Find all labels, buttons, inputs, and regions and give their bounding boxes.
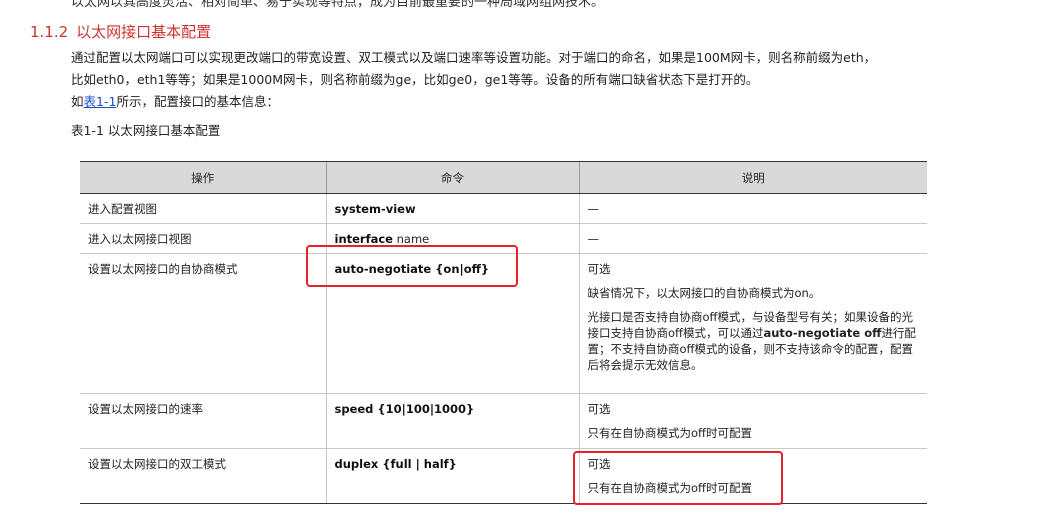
- section-title: 以太网接口基本配置: [76, 23, 212, 41]
- paragraph-line-3-pre: 如: [71, 94, 84, 109]
- command-keyword: system-view: [334, 202, 416, 216]
- cell-operation: 设置以太网接口的自协商模式: [80, 253, 326, 394]
- paragraph-line-1: 通过配置以太网端口可以实现更改端口的带宽设置、双工模式以及端口速率等设置功能。对…: [71, 50, 877, 65]
- cell-operation: 设置以太网接口的双工模式: [80, 448, 326, 504]
- header-operation: 操作: [80, 161, 326, 194]
- table-row: 进入配置视图 system-view —: [80, 193, 927, 224]
- description-note: 光接口是否支持自协商off模式，与设备型号有关；如果设备的光接口支持自协商off…: [588, 309, 920, 373]
- note-command: auto-negotiate off: [763, 326, 882, 340]
- description-text: 只有在自协商模式为off时可配置: [587, 426, 752, 440]
- cell-command: duplex {full | half}: [325, 448, 579, 504]
- description-text: —: [587, 202, 600, 216]
- cell-operation: 设置以太网接口的速率: [80, 393, 326, 449]
- table-caption: 表1-1 以太网接口基本配置: [71, 123, 221, 138]
- paragraph-line-3: 如表1-1所示，配置接口的基本信息：: [71, 91, 971, 113]
- cell-description: 可选 只有在自协商模式为off时可配置: [578, 393, 927, 449]
- paragraph-line-3-post: 所示，配置接口的基本信息：: [116, 94, 279, 109]
- section-number: 1.1.2: [30, 23, 69, 41]
- section-heading: 1.1.2 以太网接口基本配置: [30, 21, 211, 42]
- header-command: 命令: [325, 161, 579, 194]
- cell-description: 可选 缺省情况下，以太网接口的自协商模式为on。 光接口是否支持自协商off模式…: [578, 253, 927, 394]
- command-keyword: speed: [334, 402, 374, 416]
- config-table: 操作 命令 说明 进入配置视图 system-view — 进入以太网接口视图 …: [80, 161, 927, 504]
- description-text: 可选: [587, 262, 611, 276]
- cell-command: system-view: [325, 193, 579, 224]
- description-text: 可选: [587, 402, 611, 416]
- table-ref-link[interactable]: 表1-1: [84, 94, 117, 109]
- cell-description: —: [578, 193, 927, 224]
- cell-description: —: [578, 223, 927, 254]
- cell-command: speed {10|100|1000}: [325, 393, 579, 449]
- command-keyword: duplex: [334, 457, 379, 471]
- description-text: 缺省情况下，以太网接口的自协商模式为on。: [587, 286, 821, 300]
- command-keyword: interface: [334, 232, 393, 246]
- intro-paragraph: 通过配置以太网端口可以实现更改端口的带宽设置、双工模式以及端口速率等设置功能。对…: [71, 47, 971, 113]
- intro-cut-text: 以太网以其高度灵活、相对简单、易于实现等特点，成为目前最重要的一种局域网组网技术…: [71, 0, 605, 10]
- table-row: 设置以太网接口的双工模式 duplex {full | half} 可选 只有在…: [80, 448, 927, 504]
- header-description: 说明: [578, 161, 927, 194]
- description-text: —: [587, 232, 600, 246]
- highlight-box-autonegotiate: [306, 245, 518, 287]
- cell-operation: 进入配置视图: [80, 193, 326, 224]
- highlight-box-duplex-note: [573, 451, 783, 505]
- command-argument: {10|100|1000}: [373, 402, 475, 416]
- command-argument: {full | half}: [378, 457, 457, 471]
- cell-operation: 进入以太网接口视图: [80, 223, 326, 254]
- paragraph-line-2: 比如eth0，eth1等等；如果是1000M网卡，则名称前缀为ge，比如ge0，…: [71, 72, 759, 87]
- table-row: 设置以太网接口的速率 speed {10|100|1000} 可选 只有在自协商…: [80, 393, 927, 449]
- command-argument: name: [392, 232, 430, 246]
- table-header-row: 操作 命令 说明: [80, 161, 927, 194]
